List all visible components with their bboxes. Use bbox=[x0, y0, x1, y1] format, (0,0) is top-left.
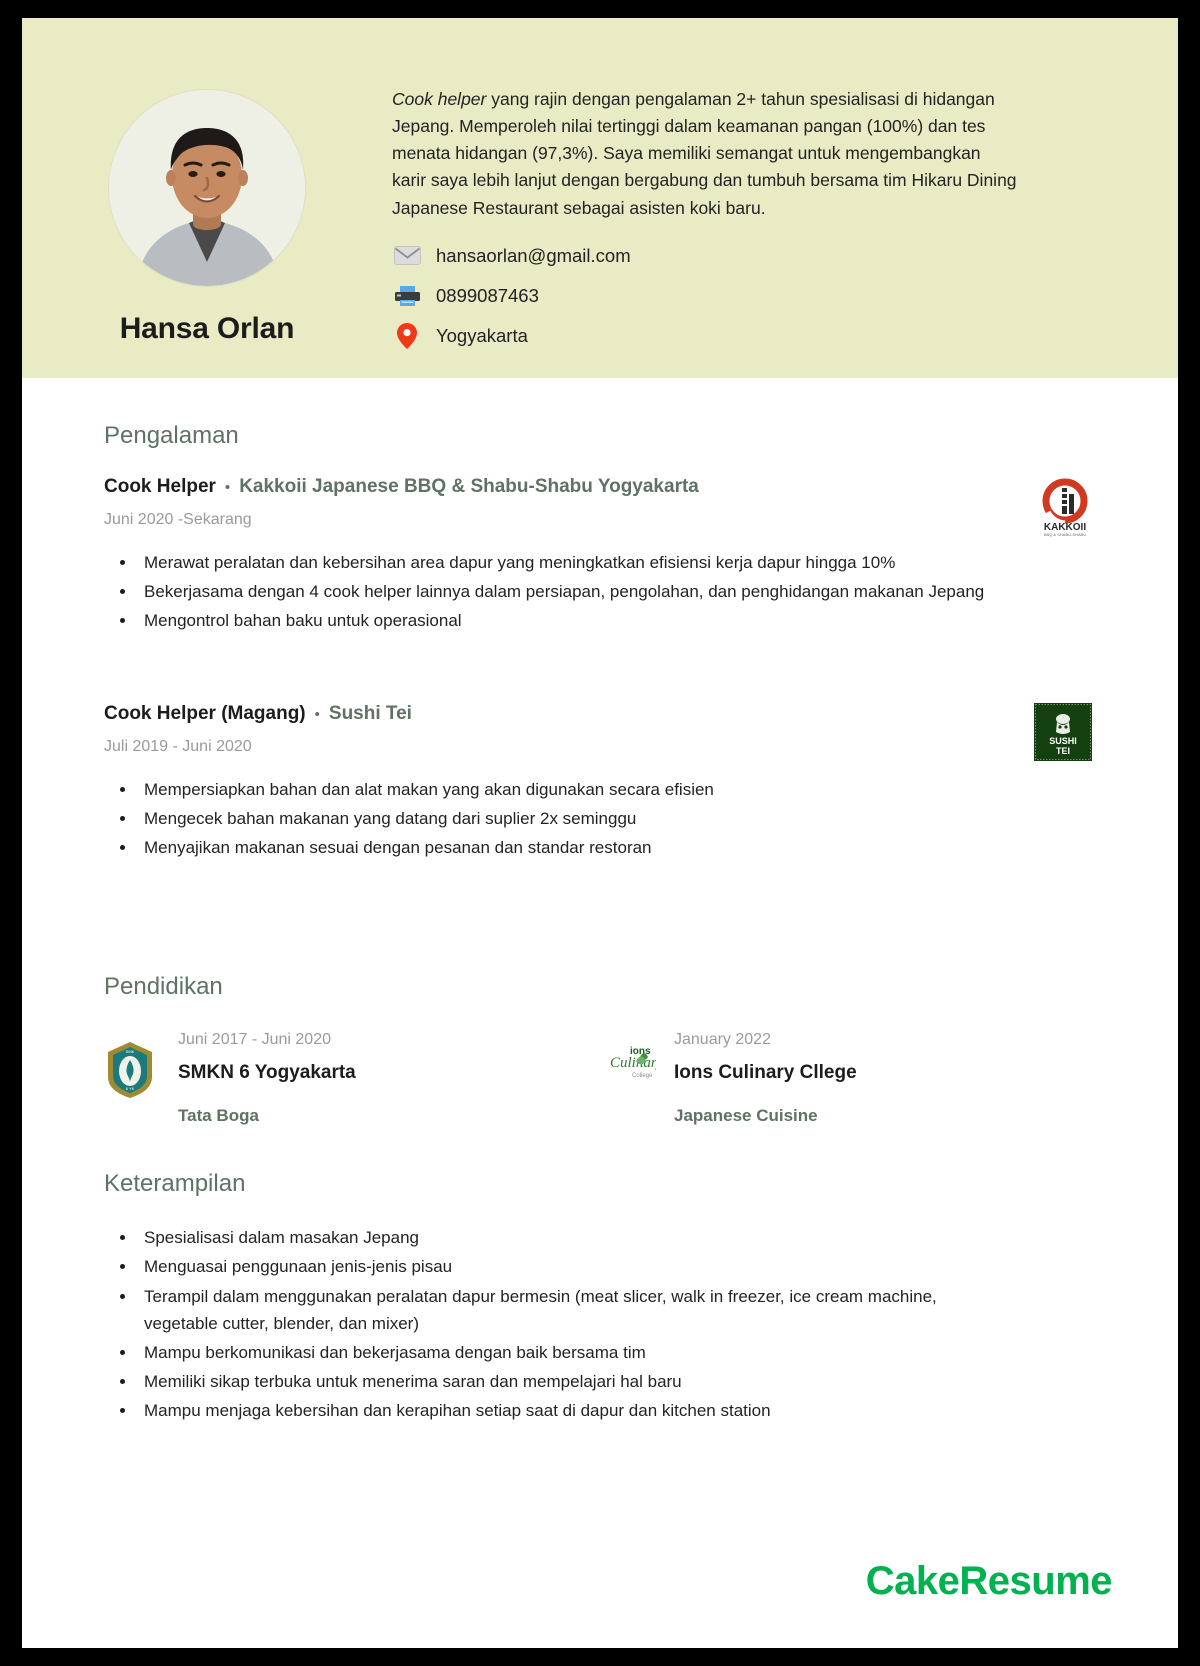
job-bullet: Mempersiapkan bahan dan alat makan yang … bbox=[120, 776, 1014, 803]
job-bullet-list: Merawat peralatan dan kebersihan area da… bbox=[104, 549, 1096, 635]
svg-text:BBQ & SHABU-SHABU: BBQ & SHABU-SHABU bbox=[1044, 532, 1086, 537]
job-title: Cook Helper (Magang) bbox=[104, 702, 306, 724]
job-bullet: Mengontrol bahan baku untuk operasional bbox=[120, 607, 1014, 634]
contact-item-phone[interactable]: 0899087463 bbox=[392, 284, 1098, 308]
avatar bbox=[109, 90, 305, 286]
job-title: Cook Helper bbox=[104, 476, 216, 497]
education-major: Tata Boga bbox=[178, 1106, 259, 1126]
resume-page: Hansa Orlan Cook helper yang rajin denga… bbox=[22, 18, 1178, 1648]
contact-item-email[interactable]: hansaorlan@gmail.com bbox=[392, 244, 1098, 268]
section-title-skills: Keterampilan bbox=[104, 1170, 246, 1198]
education-major: Japanese Cuisine bbox=[674, 1106, 818, 1126]
education-item: SMK 6 YK Juni 2017 - Juni 2020 SMKN 6 Yo… bbox=[104, 1027, 600, 1126]
section-education: Pendidikan SMK 6 YK Juni 2017 - Juni 202… bbox=[104, 973, 1096, 1126]
education-date: January 2022 bbox=[674, 1031, 771, 1049]
job-bullet-list: Mempersiapkan bahan dan alat makan yang … bbox=[104, 776, 1096, 862]
job-company: Kakkoii Japanese BBQ & Shabu-Shabu Yogya… bbox=[239, 476, 699, 497]
svg-text:ions: ions bbox=[630, 1046, 651, 1057]
section-title-education: Pendidikan bbox=[104, 973, 223, 1001]
skill-item: Menguasai penggunaan jenis-jenis pisau bbox=[120, 1253, 1014, 1280]
person-name: Hansa Orlan bbox=[119, 312, 295, 345]
resume-body: Pengalaman KAKKOII BBQ & SHABU-SHABU Coo… bbox=[22, 422, 1178, 1424]
job-bullet: Merawat peralatan dan kebersihan area da… bbox=[120, 549, 1014, 576]
education-date: Juni 2017 - Juni 2020 bbox=[178, 1031, 331, 1049]
contact-list: hansaorlan@gmail.com 0899087463 Yogyakar… bbox=[392, 244, 1098, 349]
contact-item-location[interactable]: Yogyakarta bbox=[392, 322, 1098, 349]
skills-list: Spesialisasi dalam masakan Jepang Mengua… bbox=[104, 1224, 1096, 1424]
education-school: SMKN 6 Yogyakarta bbox=[178, 1062, 356, 1084]
experience-item: KAKKOII BBQ & SHABU-SHABU Cook Helper • … bbox=[104, 476, 1096, 635]
job-separator: • bbox=[314, 705, 320, 723]
skill-item: Mampu berkomunikasi dan bekerjasama deng… bbox=[120, 1339, 1014, 1366]
section-experience: Pengalaman KAKKOII BBQ & SHABU-SHABU Coo… bbox=[104, 422, 1096, 861]
experience-heading: Cook Helper (Magang) • Sushi Tei bbox=[104, 703, 1096, 725]
location-pin-icon bbox=[392, 322, 422, 349]
cakeresume-brand-logo: CakeResume bbox=[865, 1559, 1113, 1603]
education-grid: SMK 6 YK Juni 2017 - Juni 2020 SMKN 6 Yo… bbox=[104, 1027, 1096, 1126]
skill-item: Terampil dalam menggunakan peralatan dap… bbox=[120, 1283, 1014, 1337]
skill-item: Spesialisasi dalam masakan Jepang bbox=[120, 1224, 1014, 1251]
skill-item: Mampu menjaga kebersihan dan kerapihan s… bbox=[120, 1397, 1014, 1424]
experience-item: SUSHI TEI Cook Helper (Magang) • Sushi T… bbox=[104, 702, 1096, 862]
job-date: Juni 2020 -Sekarang bbox=[104, 511, 252, 528]
education-text: January 2022 Ions Culinary Cllege Japane… bbox=[674, 1027, 857, 1126]
skill-item: Memiliki sikap terbuka untuk menerima sa… bbox=[120, 1368, 1014, 1395]
kakkoii-logo-icon: KAKKOII BBQ & SHABU-SHABU bbox=[1034, 476, 1096, 538]
job-company: Sushi Tei bbox=[328, 702, 412, 724]
fax-icon bbox=[392, 284, 422, 308]
education-text: Juni 2017 - Juni 2020 SMKN 6 Yogyakarta … bbox=[178, 1027, 356, 1126]
sushi-tei-logo-icon: SUSHI TEI bbox=[1034, 702, 1096, 765]
svg-text:Culinary: Culinary bbox=[610, 1055, 656, 1071]
svg-text:TEI: TEI bbox=[1056, 746, 1070, 756]
job-bullet: Menyajikan makanan sesuai dengan pesanan… bbox=[120, 834, 1014, 861]
section-title-experience: Pengalaman bbox=[104, 422, 239, 449]
header-right-column: Cook helper yang rajin dengan pengalaman… bbox=[392, 78, 1178, 378]
job-separator: • bbox=[224, 479, 231, 496]
job-bullet: Mengecek bahan makanan yang datang dari … bbox=[120, 805, 1014, 832]
resume-header: Hansa Orlan Cook helper yang rajin denga… bbox=[22, 18, 1178, 378]
experience-heading: Cook Helper • Kakkoii Japanese BBQ & Sha… bbox=[104, 476, 1096, 498]
location-value: Yogyakarta bbox=[436, 324, 528, 346]
header-left-column: Hansa Orlan bbox=[22, 78, 392, 378]
svg-text:College: College bbox=[632, 1073, 653, 1079]
education-school: Ions Culinary Cllege bbox=[674, 1062, 857, 1084]
summary-rest: yang rajin dengan pengalaman 2+ tahun sp… bbox=[392, 89, 1017, 218]
education-item: Culinary ions College January 2022 Ions … bbox=[600, 1027, 1096, 1126]
section-skills: Keterampilan Spesialisasi dalam masakan … bbox=[104, 1170, 1096, 1424]
job-date: Juli 2019 - Juni 2020 bbox=[104, 737, 252, 755]
profile-summary: Cook helper yang rajin dengan pengalaman… bbox=[392, 86, 1017, 222]
ions-culinary-logo-icon: Culinary ions College bbox=[600, 1027, 656, 1093]
phone-value: 0899087463 bbox=[436, 284, 539, 306]
svg-text:6 YK: 6 YK bbox=[126, 1086, 135, 1091]
svg-text:SMK: SMK bbox=[126, 1049, 135, 1054]
svg-text:SUSHI: SUSHI bbox=[1049, 736, 1077, 746]
summary-lead: Cook helper bbox=[392, 89, 487, 109]
profile-photo-icon bbox=[109, 90, 305, 286]
job-bullet: Bekerjasama dengan 4 cook helper lainnya… bbox=[120, 578, 1014, 605]
smkn6-crest-logo-icon: SMK 6 YK bbox=[104, 1027, 160, 1099]
email-value: hansaorlan@gmail.com bbox=[436, 244, 631, 266]
email-icon bbox=[392, 244, 422, 268]
